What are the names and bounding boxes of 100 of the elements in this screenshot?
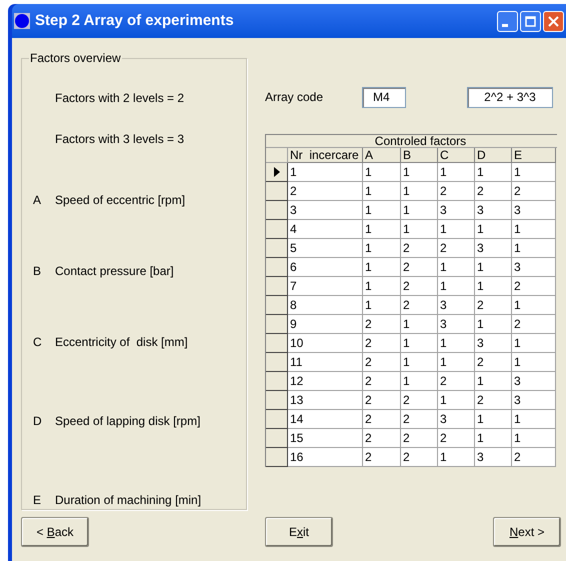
table-cell: 2 [363,353,401,372]
factor-name: Contact pressure [bar] [55,263,174,280]
table-cell: 2 [401,410,438,429]
row-indicator[interactable] [266,258,288,277]
minimize-icon [502,24,508,26]
table-cell: 1 [475,410,512,429]
row-indicator[interactable] [266,315,288,334]
table-cell: 2 [438,182,475,201]
table-cell: 2 [438,239,475,258]
table-cell: 2 [475,182,512,201]
exit-button[interactable]: Exit [265,517,333,547]
table-cell: 3 [512,201,556,220]
factor-name: Speed of eccentric [rpm] [55,192,186,209]
table-cell: 2 [401,429,438,448]
table-cell: 1 [401,353,438,372]
table-cell: 2 [512,448,556,467]
current-row-icon [274,167,280,177]
table-cell: 2 [475,353,512,372]
table-cell: 1 [363,163,401,182]
table-cell: 1 [512,410,556,429]
group-title: Factors overview [29,50,122,67]
table-cell: 2 [288,182,363,201]
row-indicator[interactable] [266,410,288,429]
back-button[interactable]: < Back [21,517,89,547]
table-cell: 1 [438,163,475,182]
table-cell: 4 [288,220,363,239]
table-cell: 2 [475,391,512,410]
minimize-button[interactable] [497,10,518,32]
formula-field[interactable]: 2^2 + 3^3 [467,86,553,108]
table-cell: 1 [475,220,512,239]
table-cell: 7 [288,277,363,296]
table-cell: 3 [438,296,475,315]
app-icon [14,13,30,29]
maximize-button[interactable] [520,10,541,32]
summary-text: Factors with 2 levels = 2 [55,90,184,107]
row-indicator[interactable] [266,429,288,448]
table-cell: 1 [438,220,475,239]
row-indicator[interactable] [266,182,288,201]
table-cell: 13 [288,391,363,410]
table-cell: 2 [512,315,556,334]
row-indicator[interactable] [266,277,288,296]
table-cell: 2 [363,391,401,410]
table-cell: 3 [438,201,475,220]
factor-name: Speed of lapping disk [rpm] [55,413,200,430]
table-cell: 1 [363,258,401,277]
row-indicator[interactable] [266,334,288,353]
table-cell: 2 [363,410,401,429]
table-cell: 2 [512,182,556,201]
table-cell: 1 [401,334,438,353]
row-indicator[interactable] [266,353,288,372]
factor-name: Eccentricity of disk [mm] [55,334,188,351]
table-cell: 3 [475,334,512,353]
row-indicator[interactable] [266,239,288,258]
table-cell: 2 [401,391,438,410]
next-button[interactable]: Next > [493,517,561,547]
table-cell: 2 [401,258,438,277]
close-button[interactable] [543,10,564,32]
table-cell: 1 [512,429,556,448]
array-code-field[interactable]: M4 [362,86,406,108]
table-cell: 3 [475,448,512,467]
table-cell: 1 [438,334,475,353]
table-cell: 3 [512,258,556,277]
factor-letter: D [33,413,43,430]
factor-letter: B [33,263,42,280]
row-indicator[interactable] [266,391,288,410]
table-cell: 2 [512,277,556,296]
table-cell: 8 [288,296,363,315]
grid-caption: Controled factors [266,135,557,148]
table-cell: 2 [401,239,438,258]
table-cell: 1 [512,220,556,239]
row-indicator[interactable] [266,372,288,391]
table-cell: 1 [401,372,438,391]
factor-name: Duration of machining [min] [55,492,202,509]
table-cell: 1 [438,258,475,277]
table-cell: 1 [512,239,556,258]
table-cell: 15 [288,429,363,448]
table-cell: 1 [512,334,556,353]
table-cell: 1 [363,201,401,220]
table-cell: 1 [363,182,401,201]
table-cell: 1 [475,258,512,277]
table-cell: 6 [288,258,363,277]
table-cell: 2 [438,372,475,391]
table-cell: 2 [363,448,401,467]
maximize-icon [525,16,536,26]
table-cell: 2 [363,372,401,391]
row-indicator[interactable] [266,201,288,220]
table-cell: 1 [512,353,556,372]
table-cell: 1 [438,277,475,296]
table-cell: 1 [401,315,438,334]
factor-letter: C [33,334,43,351]
table-cell: 2 [475,296,512,315]
row-indicator[interactable] [266,296,288,315]
table-cell: 3 [438,410,475,429]
table-cell: 10 [288,334,363,353]
table-cell: 1 [363,277,401,296]
row-indicator[interactable] [266,220,288,239]
row-indicator[interactable] [266,163,288,182]
row-indicator[interactable] [266,448,288,467]
table-cell: 1 [401,220,438,239]
table-cell: 1 [438,353,475,372]
